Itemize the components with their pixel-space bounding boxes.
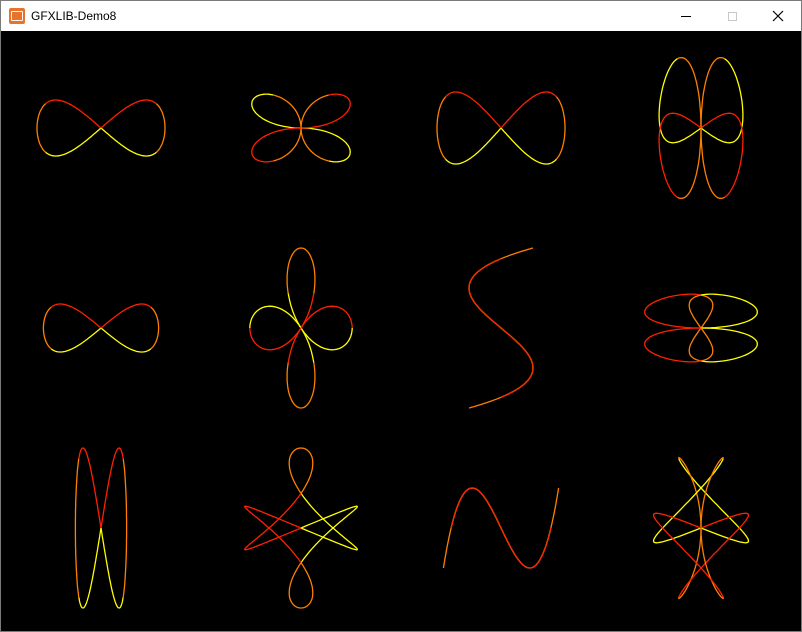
curve-segment (450, 487, 502, 529)
drawing-canvas (1, 31, 801, 631)
curve-segment (500, 247, 534, 260)
curve-segment (300, 505, 358, 563)
close-button[interactable] (755, 1, 801, 31)
curve-segment (500, 327, 534, 398)
curve-segment (251, 127, 302, 163)
curve-figure (36, 99, 166, 157)
curve-segment (500, 327, 534, 398)
curve-segment (658, 58, 702, 144)
app-icon (9, 8, 25, 24)
curve-segment (287, 293, 353, 351)
app-window: GFXLIB-Demo8 (0, 0, 802, 632)
curve-segment (50, 303, 102, 329)
curve-segment (468, 258, 502, 329)
close-icon (772, 10, 784, 22)
curve-segment (100, 127, 157, 157)
curve-segment (678, 456, 702, 600)
curve-segment (500, 527, 552, 569)
curve-figure (442, 487, 560, 569)
curve-figure (644, 293, 758, 363)
curve-segment (251, 93, 302, 129)
curve-segment (500, 91, 557, 129)
curve-segment (45, 127, 102, 157)
curve-segment (249, 293, 315, 351)
curve-segment (436, 96, 447, 160)
curve-segment (244, 493, 302, 551)
curve-segment (288, 562, 314, 609)
curve-segment (658, 112, 702, 198)
curve-segment (500, 127, 557, 165)
curve-figure (74, 447, 128, 609)
curve-segment (700, 112, 744, 198)
curve-segment (555, 96, 566, 160)
curve-figure (251, 93, 351, 163)
minimize-button[interactable] (663, 1, 709, 31)
curve-segment (300, 493, 358, 551)
curve-segment (450, 487, 502, 529)
curve-segment (100, 303, 152, 329)
curve-segment (700, 58, 744, 144)
curve-segment (100, 327, 152, 353)
curve-figure (658, 56, 744, 200)
curve-segment (468, 396, 502, 409)
curve-segment (445, 91, 502, 129)
curve-segment (78, 527, 102, 609)
curve-segment (155, 103, 166, 153)
curve-segment (100, 447, 124, 529)
curve-segment (150, 306, 160, 350)
curve-figure (436, 91, 566, 165)
maximize-button[interactable] (709, 1, 755, 31)
curve-segment (286, 362, 316, 409)
curve-segment (700, 456, 724, 600)
curve-segment (249, 305, 315, 363)
curve-segment (700, 56, 725, 200)
curve-segment (244, 505, 302, 563)
curve-figure (244, 447, 358, 609)
curve-segment (445, 127, 502, 165)
curve-segment (74, 458, 80, 598)
curve-figure (42, 303, 160, 353)
curve-segment (78, 447, 102, 529)
curve-segment (45, 99, 102, 129)
curve-segment (468, 258, 502, 329)
curve-segment (442, 527, 452, 569)
curve-segment (50, 327, 102, 353)
minimize-icon (681, 15, 691, 17)
curve-segment (36, 103, 47, 153)
window-title: GFXLIB-Demo8 (31, 9, 117, 23)
title-bar[interactable]: GFXLIB-Demo8 (1, 1, 801, 31)
curve-segment (500, 527, 552, 569)
curve-figure (652, 456, 750, 600)
curve-segment (287, 305, 353, 363)
curve-segment (42, 306, 52, 350)
maximize-icon (727, 11, 737, 21)
curve-segment (550, 487, 560, 529)
curve-figure (468, 247, 534, 409)
curve-segment (677, 56, 702, 200)
curve-segment (300, 93, 351, 129)
curve-segment (100, 99, 157, 129)
curve-segment (286, 247, 316, 294)
curve-figure (249, 247, 353, 409)
curve-segment (288, 447, 314, 494)
curve-segment (300, 127, 351, 163)
curve-segment (100, 527, 124, 609)
curve-segment (122, 458, 128, 598)
